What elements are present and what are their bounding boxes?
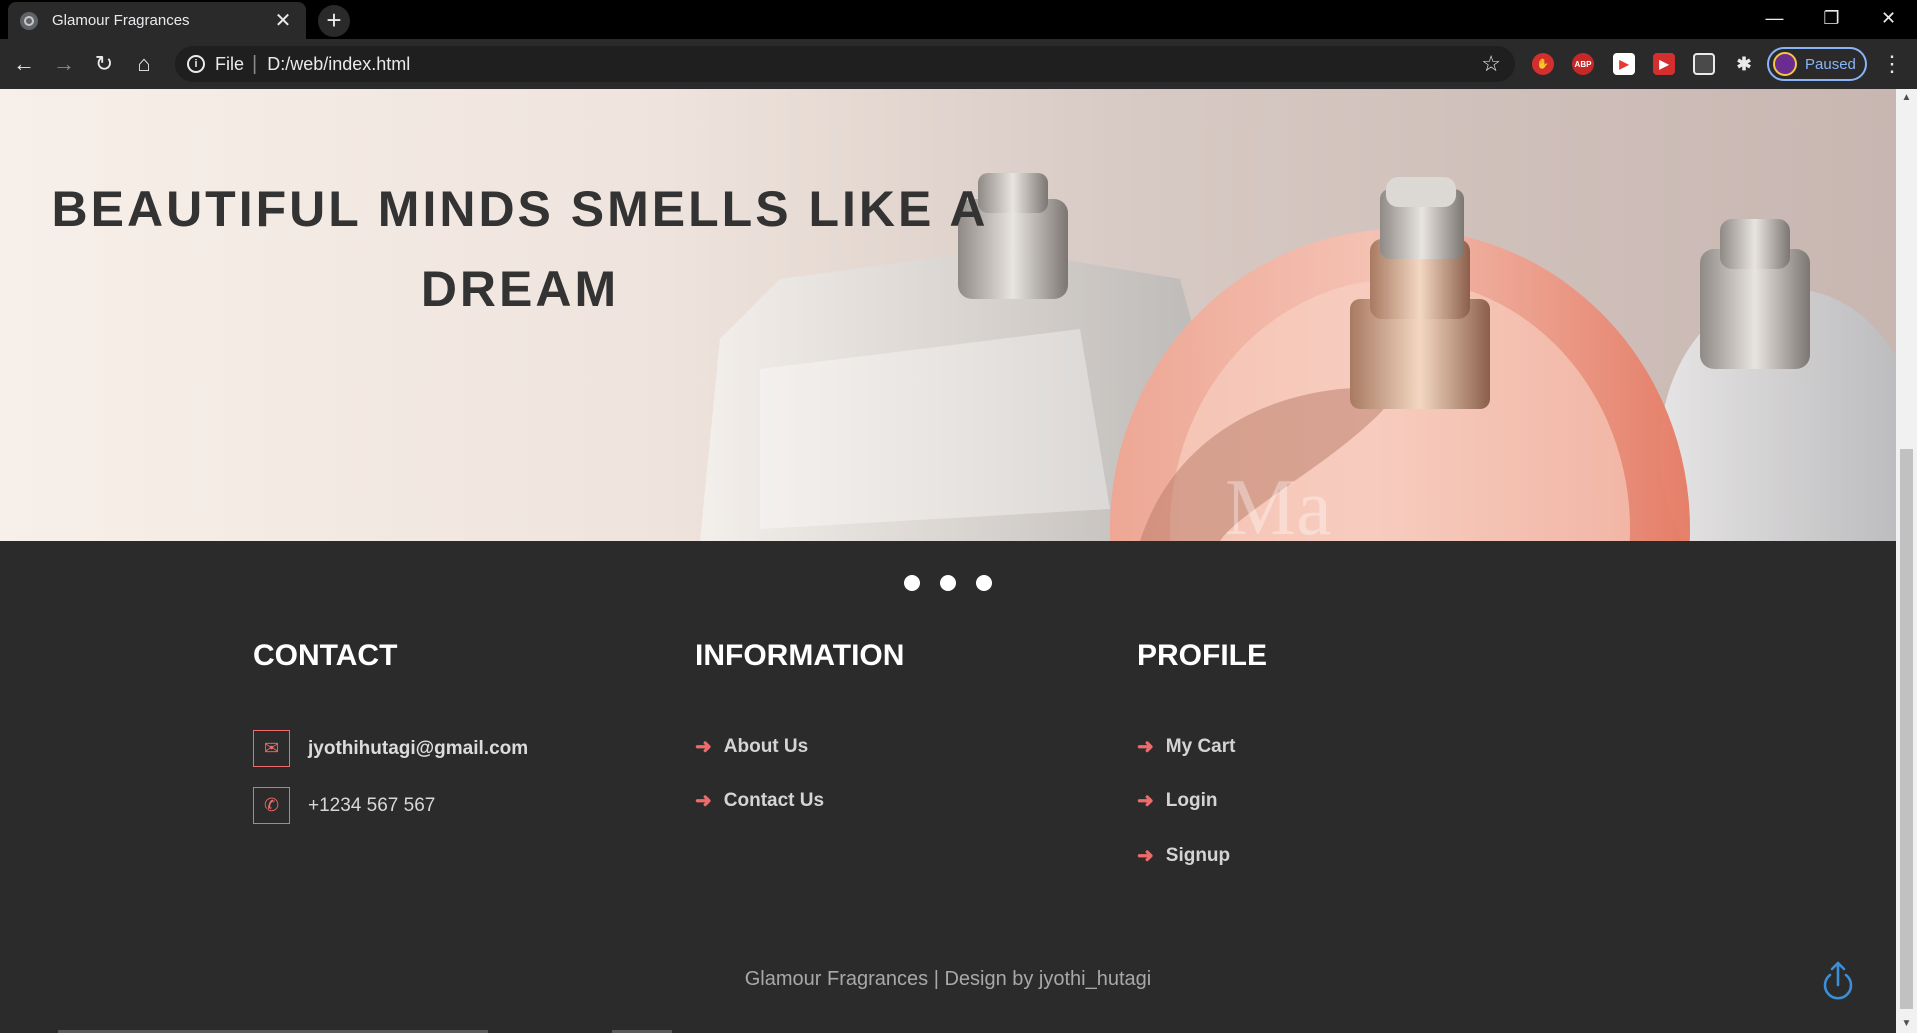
page-viewport: Ma BEAUTIFUL MINDS SMELLS LIKE A DREAM C…: [0, 89, 1896, 1033]
copyright-text: Glamour Fragrances | Design by jyothi_hu…: [744, 968, 1152, 990]
contact-heading: CONTACT: [253, 639, 398, 672]
tab-close-icon[interactable]: ✕: [272, 8, 294, 33]
extension-play-icon[interactable]: ▶: [1613, 53, 1635, 75]
globe-icon: [20, 11, 38, 30]
browser-menu-icon[interactable]: ⋮: [1880, 51, 1904, 77]
arrow-right-icon: ➜: [1137, 790, 1154, 812]
extensions-puzzle-icon[interactable]: ✱: [1733, 53, 1755, 75]
mail-icon: ✉: [253, 730, 290, 767]
arrow-right-icon: ➜: [695, 790, 712, 812]
footer-link-my-cart[interactable]: ➜ My Cart: [1137, 734, 1235, 759]
carousel-dots: [0, 575, 1896, 591]
address-scheme: File: [215, 53, 245, 74]
address-separator: |: [252, 52, 258, 75]
profile-status: Paused: [1805, 55, 1856, 73]
scroll-to-top-icon[interactable]: [1820, 959, 1856, 1003]
arrow-right-icon: ➜: [1137, 736, 1154, 758]
vertical-scrollbar[interactable]: ▲ ▼: [1896, 89, 1917, 1033]
adblock-extension-icon[interactable]: ABP: [1572, 53, 1594, 75]
address-url[interactable]: D:/web/index.html: [267, 54, 1481, 75]
home-icon[interactable]: ⌂: [128, 48, 160, 80]
back-arrow-icon[interactable]: ←: [8, 48, 40, 80]
extension-stop-icon[interactable]: ✋: [1532, 53, 1554, 75]
extension-cast-icon[interactable]: [1693, 53, 1715, 75]
information-heading: INFORMATION: [695, 639, 905, 672]
footer-link-about[interactable]: ➜ About Us: [695, 734, 808, 759]
forward-arrow-icon[interactable]: →: [48, 48, 80, 80]
scroll-up-arrow-icon[interactable]: ▲: [1896, 89, 1917, 107]
profile-heading: PROFILE: [1137, 639, 1268, 672]
footer-link-signup[interactable]: ➜ Signup: [1137, 843, 1230, 868]
scrollbar-thumb[interactable]: [1900, 449, 1913, 1009]
hero-title-line2: DREAM: [420, 261, 620, 317]
contact-phone: +1234 567 567: [308, 794, 436, 816]
restore-icon[interactable]: ❐: [1803, 0, 1860, 36]
info-icon[interactable]: i: [187, 55, 205, 73]
scroll-down-arrow-icon[interactable]: ▼: [1896, 1015, 1917, 1033]
footer-link-label[interactable]: My Cart: [1166, 736, 1236, 758]
arrow-right-icon: ➜: [695, 736, 712, 758]
footer-link-label[interactable]: Signup: [1166, 845, 1230, 867]
profile-button[interactable]: Paused: [1767, 47, 1867, 81]
footer-link-label[interactable]: Contact Us: [724, 790, 824, 812]
contact-phone-row: ✆ +1234 567 567: [253, 787, 435, 824]
phone-icon: ✆: [253, 787, 290, 824]
browser-tab-strip: Glamour Fragrances ✕ + — ❐ ✕: [0, 0, 1917, 39]
address-bar[interactable]: i File | D:/web/index.html ☆: [175, 46, 1515, 82]
arrow-right-icon: ➜: [1137, 845, 1154, 867]
contact-email-row: ✉ jyothihutagi@gmail.com: [253, 730, 528, 767]
footer-link-contact[interactable]: ➜ Contact Us: [695, 788, 824, 813]
bookmark-star-icon[interactable]: ☆: [1481, 51, 1501, 77]
reload-icon[interactable]: ↻: [88, 48, 120, 80]
carousel-dot[interactable]: [904, 575, 920, 591]
carousel-dot[interactable]: [940, 575, 956, 591]
browser-toolbar: ← → ↻ ⌂ i File | D:/web/index.html ☆ ✋ A…: [0, 39, 1917, 89]
footer-information-column: INFORMATION: [695, 639, 904, 673]
carousel-dot[interactable]: [976, 575, 992, 591]
avatar: [1773, 52, 1797, 76]
svg-text:Ma: Ma: [1225, 464, 1332, 541]
footer-contact-column: CONTACT: [253, 639, 397, 673]
new-tab-button[interactable]: +: [318, 5, 350, 37]
footer-link-label[interactable]: Login: [1166, 790, 1218, 812]
footer-profile-column: PROFILE: [1137, 639, 1267, 673]
window-close-icon[interactable]: ✕: [1860, 0, 1917, 36]
hero-title-line1: BEAUTIFUL MINDS SMELLS LIKE A: [51, 181, 989, 237]
extension-video-icon[interactable]: ▶: [1653, 53, 1675, 75]
footer-link-login[interactable]: ➜ Login: [1137, 788, 1217, 813]
tab-title: Glamour Fragrances: [52, 12, 190, 29]
hero-title: BEAUTIFUL MINDS SMELLS LIKE A DREAM: [40, 169, 1000, 329]
browser-tab[interactable]: Glamour Fragrances ✕: [8, 2, 306, 39]
hero-banner: Ma BEAUTIFUL MINDS SMELLS LIKE A DREAM: [0, 89, 1896, 541]
minimize-icon[interactable]: —: [1746, 0, 1803, 36]
contact-email[interactable]: jyothihutagi@gmail.com: [308, 738, 528, 760]
footer-link-label[interactable]: About Us: [724, 736, 808, 758]
